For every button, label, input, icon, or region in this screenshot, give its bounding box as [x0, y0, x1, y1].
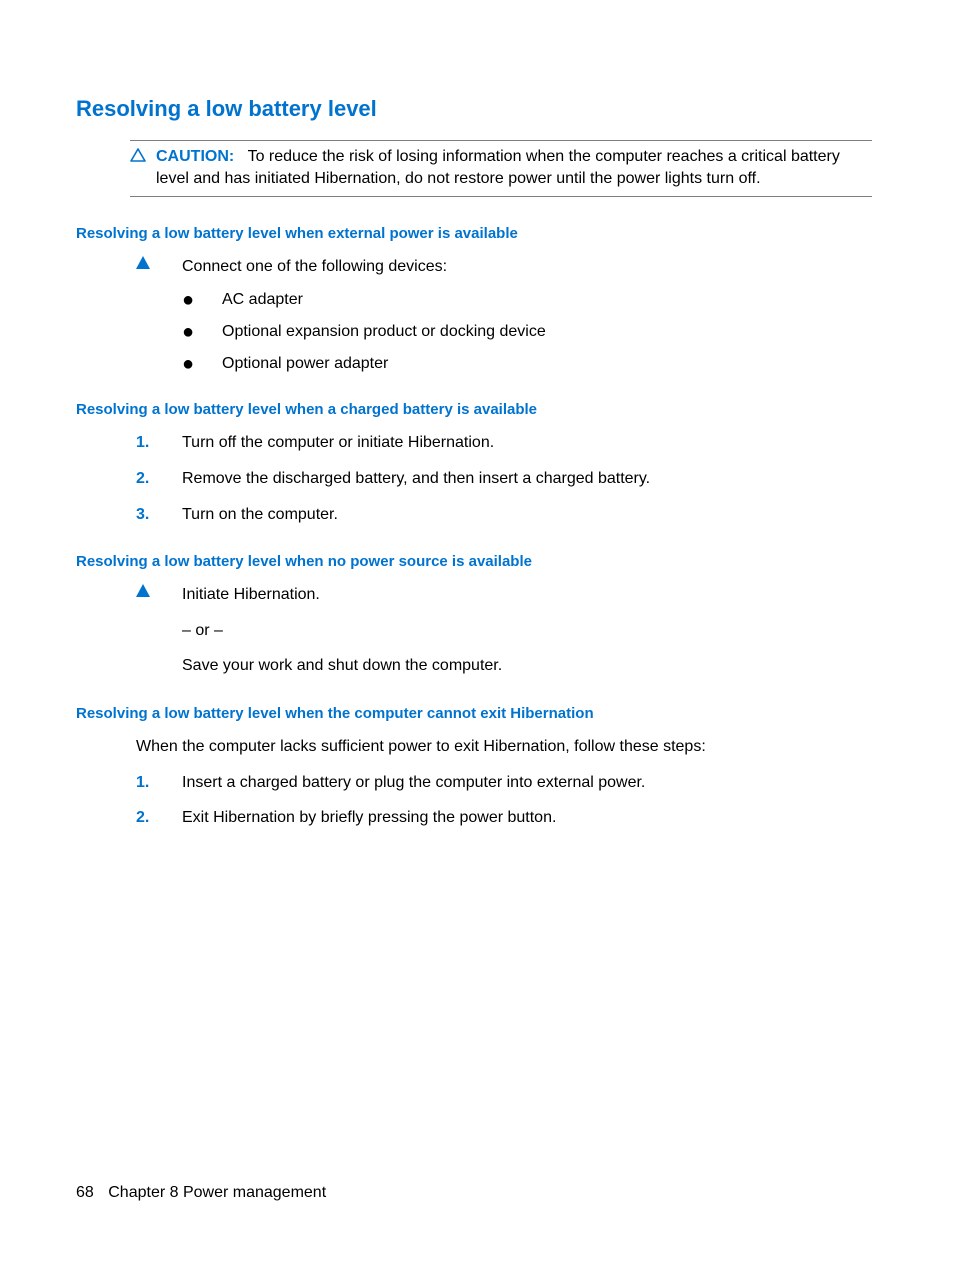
step-text: Turn off the computer or initiate Hibern…	[182, 432, 872, 454]
caution-body: To reduce the risk of losing information…	[156, 148, 840, 187]
step-text: Turn on the computer.	[182, 504, 872, 526]
caution-label: CAUTION:	[156, 148, 234, 165]
caution-text: CAUTION: To reduce the risk of losing in…	[156, 146, 872, 191]
list-item: Optional power adapter	[222, 355, 388, 373]
step-text: Insert a charged battery or plug the com…	[182, 772, 872, 794]
list-item: Optional expansion product or docking de…	[222, 323, 546, 341]
caution-box: CAUTION: To reduce the risk of losing in…	[130, 140, 872, 197]
page-number: 68	[76, 1184, 94, 1201]
section-heading-cannot-exit-hibernation: Resolving a low battery level when the c…	[76, 705, 872, 722]
chapter-label: Chapter 8 Power management	[108, 1184, 326, 1201]
step-number: 3.	[136, 504, 182, 526]
step-number: 1.	[136, 432, 182, 454]
step-number: 2.	[136, 807, 182, 829]
bullet-dot-icon: ●	[182, 357, 222, 371]
section-heading-external-power: Resolving a low battery level when exter…	[76, 225, 872, 242]
bullet-dot-icon: ●	[182, 325, 222, 339]
step-text: Remove the discharged battery, and then …	[182, 468, 872, 490]
list-lead-text: Connect one of the following devices:	[182, 256, 872, 278]
or-separator: – or –	[182, 620, 872, 642]
list-item: AC adapter	[222, 291, 303, 309]
triangle-bullet-icon	[136, 584, 182, 597]
bullet-dot-icon: ●	[182, 293, 222, 307]
step-text: Exit Hibernation by briefly pressing the…	[182, 807, 872, 829]
caution-triangle-icon	[130, 148, 146, 162]
intro-text: When the computer lacks sufficient power…	[136, 736, 872, 758]
step-number: 2.	[136, 468, 182, 490]
step-number: 1.	[136, 772, 182, 794]
list-item: Initiate Hibernation.	[182, 584, 872, 606]
section-heading-no-power: Resolving a low battery level when no po…	[76, 553, 872, 570]
page-footer: 68 Chapter 8 Power management	[76, 1184, 326, 1202]
page-title: Resolving a low battery level	[76, 96, 872, 122]
list-item: Save your work and shut down the compute…	[182, 655, 872, 677]
triangle-bullet-icon	[136, 256, 182, 269]
section-heading-charged-battery: Resolving a low battery level when a cha…	[76, 401, 872, 418]
